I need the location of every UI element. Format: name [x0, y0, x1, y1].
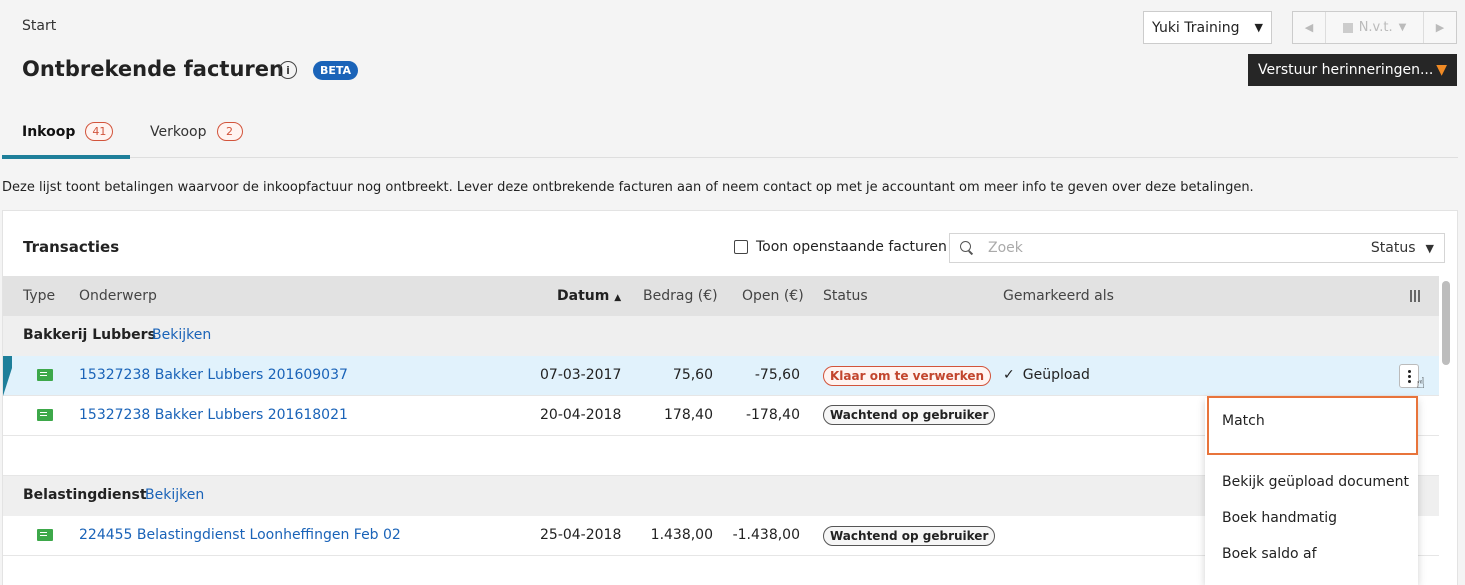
period-navigator[interactable]: ◀ N.v.t. ▼ ▶ — [1292, 11, 1457, 44]
tabs-divider — [2, 157, 1458, 158]
count-badge: 41 — [85, 122, 114, 141]
transaction-date: 20-04-2018 — [540, 407, 622, 423]
checkbox[interactable] — [734, 240, 748, 254]
menu-item-view-uploaded-document[interactable]: Bekijk geüpload document — [1222, 474, 1409, 490]
next-period-button[interactable]: ▶ — [1423, 12, 1456, 43]
checkmark-icon: ✓ — [1003, 367, 1015, 383]
tab-label: Inkoop — [22, 123, 76, 140]
chevron-down-icon: ▼ — [1425, 241, 1434, 255]
menu-item-write-off-balance[interactable]: Boek saldo af — [1222, 546, 1317, 562]
company-select-value: Yuki Training — [1152, 19, 1240, 36]
chevron-down-icon: ▼ — [1254, 21, 1263, 34]
info-icon[interactable]: i — [279, 61, 297, 79]
document-icon — [37, 409, 53, 421]
marked-label: Geüpload — [1022, 367, 1090, 383]
chevron-right-icon: ▶ — [1435, 21, 1445, 34]
search-bar[interactable]: Zoek Status ▼ — [949, 233, 1445, 263]
scrollbar[interactable] — [1442, 281, 1450, 365]
search-icon — [960, 241, 974, 255]
document-icon — [37, 529, 53, 541]
show-open-invoices-toggle[interactable]: Toon openstaande facturen — [734, 239, 947, 255]
previous-period-button[interactable]: ◀ — [1293, 12, 1326, 43]
sort-icon: ▲ — [614, 293, 622, 303]
transaction-open: -1.438,00 — [732, 527, 800, 543]
status-filter-label: Status — [1370, 240, 1416, 256]
period-square-icon — [1342, 22, 1353, 33]
tab-verkoop[interactable]: Verkoop 2 — [150, 122, 243, 141]
panel-title: Transacties — [23, 238, 120, 256]
menu-item-book-manually[interactable]: Boek handmatig — [1222, 510, 1337, 526]
document-icon — [37, 369, 53, 381]
send-reminders-label: Verstuur herinneringen... — [1258, 62, 1434, 78]
marked-as: ✓ Geüpload — [1003, 367, 1090, 383]
period-select[interactable]: N.v.t. ▼ — [1326, 20, 1423, 35]
column-status[interactable]: Status — [823, 288, 868, 304]
count-badge: 2 — [216, 122, 243, 141]
status-filter[interactable]: Status ▼ — [1371, 240, 1434, 256]
column-open[interactable]: Open (€) — [742, 288, 804, 304]
status-badge: Klaar om te verwerken — [823, 366, 992, 386]
chevron-down-icon: ▼ — [1398, 22, 1407, 33]
page-title: Ontbrekende facturen — [22, 57, 284, 81]
transaction-link[interactable]: 224455 Belastingdienst Loonheffingen Feb… — [79, 527, 401, 543]
chevron-down-icon: ▼ — [1436, 62, 1447, 78]
tab-inkoop[interactable]: Inkoop 41 — [22, 122, 114, 141]
column-date-label: Datum — [557, 288, 610, 304]
group-name: Bakkerij Lubbers — [23, 327, 156, 343]
column-amount[interactable]: Bedrag (€) — [643, 288, 718, 304]
transaction-date: 25-04-2018 — [540, 527, 622, 543]
beta-badge: BETA — [313, 61, 359, 80]
page-description: Deze lijst toont betalingen waarvoor de … — [2, 180, 1254, 195]
tab-label: Verkoop — [150, 123, 207, 140]
match-highlight-box — [1207, 396, 1418, 455]
company-select[interactable]: Yuki Training ▼ — [1143, 11, 1272, 44]
table-header — [3, 276, 1439, 316]
transaction-link[interactable]: 15327238 Bakker Lubbers 201609037 — [79, 367, 348, 383]
transaction-link[interactable]: 15327238 Bakker Lubbers 201618021 — [79, 407, 348, 423]
view-group-link[interactable]: Bekijken — [145, 487, 204, 503]
transaction-amount: 178,40 — [664, 407, 713, 423]
status-badge: Wachtend op gebruiker — [823, 405, 996, 425]
column-date[interactable]: Datum ▲ — [557, 288, 621, 304]
hand-cursor-icon: ☝ — [1416, 374, 1426, 392]
group-row — [3, 316, 1439, 356]
checkbox-label: Toon openstaande facturen — [756, 239, 947, 255]
breadcrumb[interactable]: Start — [22, 18, 56, 34]
transaction-amount: 75,60 — [672, 367, 713, 383]
send-reminders-button[interactable]: Verstuur herinneringen... ▼ — [1248, 54, 1457, 86]
transaction-amount: 1.438,00 — [650, 527, 713, 543]
chevron-left-icon: ◀ — [1304, 21, 1314, 34]
transaction-open: -75,60 — [754, 367, 800, 383]
transaction-date: 07-03-2017 — [540, 367, 622, 383]
columns-icon[interactable] — [1410, 290, 1420, 302]
status-badge: Wachtend op gebruiker — [823, 526, 996, 546]
column-type: Type — [23, 288, 56, 304]
column-subject[interactable]: Onderwerp — [79, 288, 157, 304]
active-tab-indicator — [2, 155, 130, 159]
transaction-open: -178,40 — [745, 407, 800, 423]
group-name: Belastingdienst — [23, 487, 147, 503]
search-input[interactable]: Zoek — [988, 240, 1371, 256]
view-group-link[interactable]: Bekijken — [152, 327, 211, 343]
column-marked[interactable]: Gemarkeerd als — [1003, 288, 1114, 304]
period-value: N.v.t. — [1358, 20, 1393, 35]
